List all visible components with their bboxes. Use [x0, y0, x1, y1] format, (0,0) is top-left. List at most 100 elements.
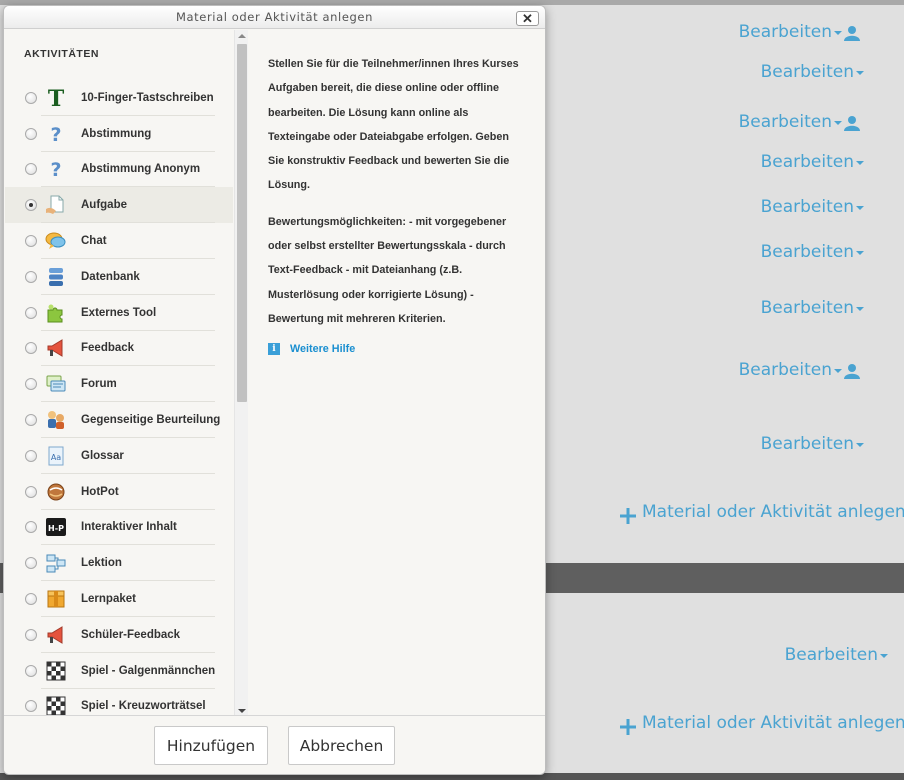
activity-option[interactable]: H-P Interaktiver Inhalt — [5, 510, 233, 546]
peer-review-icon — [45, 409, 67, 431]
activity-option-label: 10-Finger-Tastschreiben — [81, 91, 214, 104]
edit-menu-link[interactable]: Bearbeiten — [761, 197, 864, 217]
activity-option[interactable]: Chat — [5, 223, 233, 259]
activity-option-label: Abstimmung — [81, 127, 152, 140]
activity-option-label: Forum — [81, 378, 117, 391]
activity-radio[interactable] — [25, 700, 37, 713]
activity-option[interactable]: HotPot — [5, 474, 233, 510]
activity-option-label: HotPot — [81, 485, 119, 498]
caret-down-icon — [856, 71, 864, 75]
activity-option-label: Lektion — [81, 557, 122, 570]
activity-radio[interactable] — [25, 557, 37, 570]
help-grading: Bewertungsmöglichkeiten: - mit vorgegebe… — [268, 215, 507, 325]
activity-radio[interactable] — [25, 91, 37, 104]
activity-option[interactable]: Externes Tool — [5, 295, 233, 331]
options-pane: AKTIVITÄTEN T 10-Finger-Tastschreiben? Abs… — [5, 30, 233, 717]
question-mark-icon: ? — [45, 158, 67, 180]
activity-radio[interactable] — [25, 127, 37, 140]
glossary-icon: Aa — [45, 445, 67, 467]
activity-radio[interactable] — [25, 378, 37, 391]
activity-option[interactable]: Aa Glossar — [5, 438, 233, 474]
forum-icon — [45, 373, 67, 395]
activity-radio[interactable] — [25, 628, 37, 641]
svg-text:T: T — [48, 87, 65, 109]
activity-option[interactable]: Lernpaket — [5, 581, 233, 617]
add-activity-label: Material oder Aktivität anlegen — [642, 713, 904, 733]
close-button[interactable]: ✕ — [516, 11, 539, 26]
edit-menu-link[interactable]: Bearbeiten — [761, 298, 864, 318]
activity-option[interactable]: ? Abstimmung — [5, 116, 233, 152]
activity-radio[interactable] — [25, 449, 37, 462]
activity-option[interactable]: Spiel - Galgenmännchen — [5, 653, 233, 689]
typewriter-t-icon: T — [45, 87, 67, 109]
edit-menu-link[interactable]: Bearbeiten — [739, 355, 860, 384]
activity-radio[interactable] — [25, 485, 37, 498]
section-heading: AKTIVITÄTEN — [24, 48, 99, 60]
activity-radio[interactable] — [25, 199, 37, 212]
activity-option-label: Externes Tool — [81, 306, 157, 319]
activity-option[interactable]: Gegenseitige Beurteilung — [5, 402, 233, 438]
caret-down-icon — [856, 161, 864, 165]
package-icon — [45, 588, 67, 610]
activity-option-label: Abstimmung Anonym — [81, 163, 201, 176]
add-activity-link[interactable]: Material oder Aktivität anlegen — [620, 500, 904, 524]
edit-menu-link[interactable]: Bearbeiten — [761, 434, 864, 454]
activity-option[interactable]: Spiel - Kreuzworträtsel — [5, 689, 233, 717]
scroll-thumb[interactable] — [237, 44, 247, 402]
edit-menu-label: Bearbeiten — [784, 645, 878, 665]
activity-radio[interactable] — [25, 593, 37, 606]
edit-menu-link[interactable]: Bearbeiten — [761, 242, 864, 262]
game-board-icon — [45, 660, 67, 682]
scroll-up-arrow-icon[interactable] — [238, 34, 246, 38]
option-list: T 10-Finger-Tastschreiben? Abstimmung? Abst… — [5, 80, 233, 717]
edit-menu-link[interactable]: Bearbeiten — [761, 152, 864, 172]
activity-option[interactable]: Aufgabe — [5, 187, 233, 224]
more-help-link[interactable]: i Weitere Hilfe — [268, 343, 528, 356]
user-icon — [844, 25, 860, 46]
cancel-button[interactable]: Abbrechen — [288, 726, 395, 765]
activity-option-label: Schüler-Feedback — [81, 628, 181, 641]
activity-option[interactable]: Feedback — [5, 331, 233, 367]
help-description: Stellen Sie für die Teilnehmer/innen Ihr… — [268, 58, 519, 192]
caret-down-icon — [856, 206, 864, 210]
edit-menu-link[interactable]: Bearbeiten — [761, 62, 864, 82]
activity-option-label: Lernpaket — [81, 593, 136, 606]
activity-radio[interactable] — [25, 664, 37, 677]
activity-option[interactable]: Datenbank — [5, 259, 233, 295]
activity-radio[interactable] — [25, 163, 37, 176]
activity-option[interactable]: Forum — [5, 366, 233, 403]
plus-icon — [620, 508, 636, 524]
lesson-icon — [45, 552, 67, 574]
activity-option-label: Spiel - Galgenmännchen — [81, 664, 216, 677]
add-activity-link[interactable]: Material oder Aktivität anlegen — [620, 711, 904, 735]
add-activity-label: Material oder Aktivität anlegen — [642, 502, 904, 522]
activity-option-label: Feedback — [81, 342, 135, 355]
options-scrollbar[interactable] — [234, 30, 248, 717]
edit-menu-label: Bearbeiten — [760, 197, 854, 217]
activity-option[interactable]: T 10-Finger-Tastschreiben — [5, 80, 233, 116]
edit-menu-link[interactable]: Bearbeiten — [785, 645, 888, 665]
edit-menu-label: Bearbeiten — [760, 434, 854, 454]
edit-menu-label: Bearbeiten — [760, 298, 854, 318]
add-button[interactable]: Hinzufügen — [154, 726, 268, 765]
activity-radio[interactable] — [25, 342, 37, 355]
edit-menu-link[interactable]: Bearbeiten — [739, 107, 860, 136]
info-icon: i — [268, 343, 280, 356]
activity-radio[interactable] — [25, 235, 37, 248]
activity-option[interactable]: Schüler-Feedback — [5, 617, 233, 653]
activity-option[interactable]: ? Abstimmung Anonym — [5, 152, 233, 188]
activity-radio[interactable] — [25, 270, 37, 283]
activity-option-label: Interaktiver Inhalt — [81, 521, 177, 534]
activity-radio[interactable] — [25, 521, 37, 534]
edit-menu-link[interactable]: Bearbeiten — [739, 17, 860, 46]
plus-icon — [620, 719, 636, 735]
activity-option-label: Aufgabe — [81, 199, 127, 212]
svg-text:?: ? — [50, 159, 61, 180]
activity-radio[interactable] — [25, 306, 37, 319]
caret-down-icon — [856, 307, 864, 311]
activity-option[interactable]: Lektion — [5, 545, 233, 582]
scroll-down-arrow-icon[interactable] — [238, 709, 246, 713]
hotpot-icon — [45, 481, 67, 503]
activity-radio[interactable] — [25, 414, 37, 427]
activity-option-label: Gegenseitige Beurteilung — [81, 414, 221, 427]
